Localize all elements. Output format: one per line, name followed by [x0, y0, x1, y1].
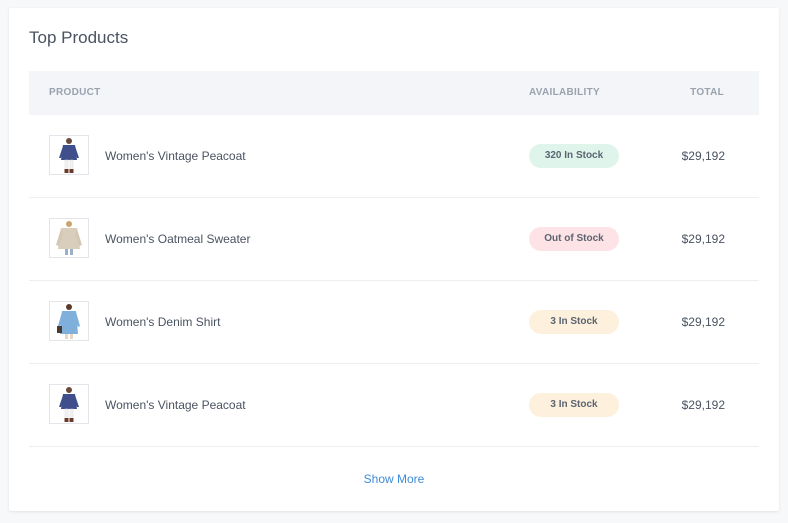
column-header-availability[interactable]: AVAILABILITY	[529, 71, 600, 115]
status-badge: Out of Stock	[529, 227, 619, 251]
row-total: $29,192	[681, 149, 725, 163]
status-badge: 320 In Stock	[529, 144, 619, 168]
card-title: Top Products	[29, 28, 129, 47]
product-name[interactable]: Women's Denim Shirt	[105, 281, 220, 363]
show-more-link[interactable]: Show More	[9, 472, 779, 486]
column-header-total[interactable]: TOTAL	[690, 71, 724, 115]
top-products-card: Top Products PRODUCT AVAILABILITY TOTAL	[9, 8, 779, 511]
status-badge: 3 In Stock	[529, 310, 619, 334]
product-name[interactable]: Women's Oatmeal Sweater	[105, 198, 250, 280]
sweater-product-image	[49, 218, 89, 258]
table-row[interactable]: Women's Denim Shirt 3 In Stock $29,192	[29, 281, 759, 364]
row-total: $29,192	[681, 398, 725, 412]
product-name[interactable]: Women's Vintage Peacoat	[105, 115, 246, 197]
row-total: $29,192	[681, 315, 725, 329]
table-row[interactable]: Women's Vintage Peacoat 3 In Stock $29,1…	[29, 364, 759, 447]
table-row[interactable]: Women's Oatmeal Sweater Out of Stock $29…	[29, 198, 759, 281]
denim-shirt-product-image	[49, 301, 89, 341]
products-table: PRODUCT AVAILABILITY TOTAL Women's Vinta…	[29, 71, 759, 447]
peacoat-product-image	[49, 135, 89, 175]
status-badge: 3 In Stock	[529, 393, 619, 417]
table-header: PRODUCT AVAILABILITY TOTAL	[29, 71, 759, 115]
row-total: $29,192	[681, 232, 725, 246]
product-name[interactable]: Women's Vintage Peacoat	[105, 364, 246, 446]
table-row[interactable]: Women's Vintage Peacoat 320 In Stock $29…	[29, 115, 759, 198]
column-header-product[interactable]: PRODUCT	[49, 71, 101, 115]
peacoat-product-image	[49, 384, 89, 424]
